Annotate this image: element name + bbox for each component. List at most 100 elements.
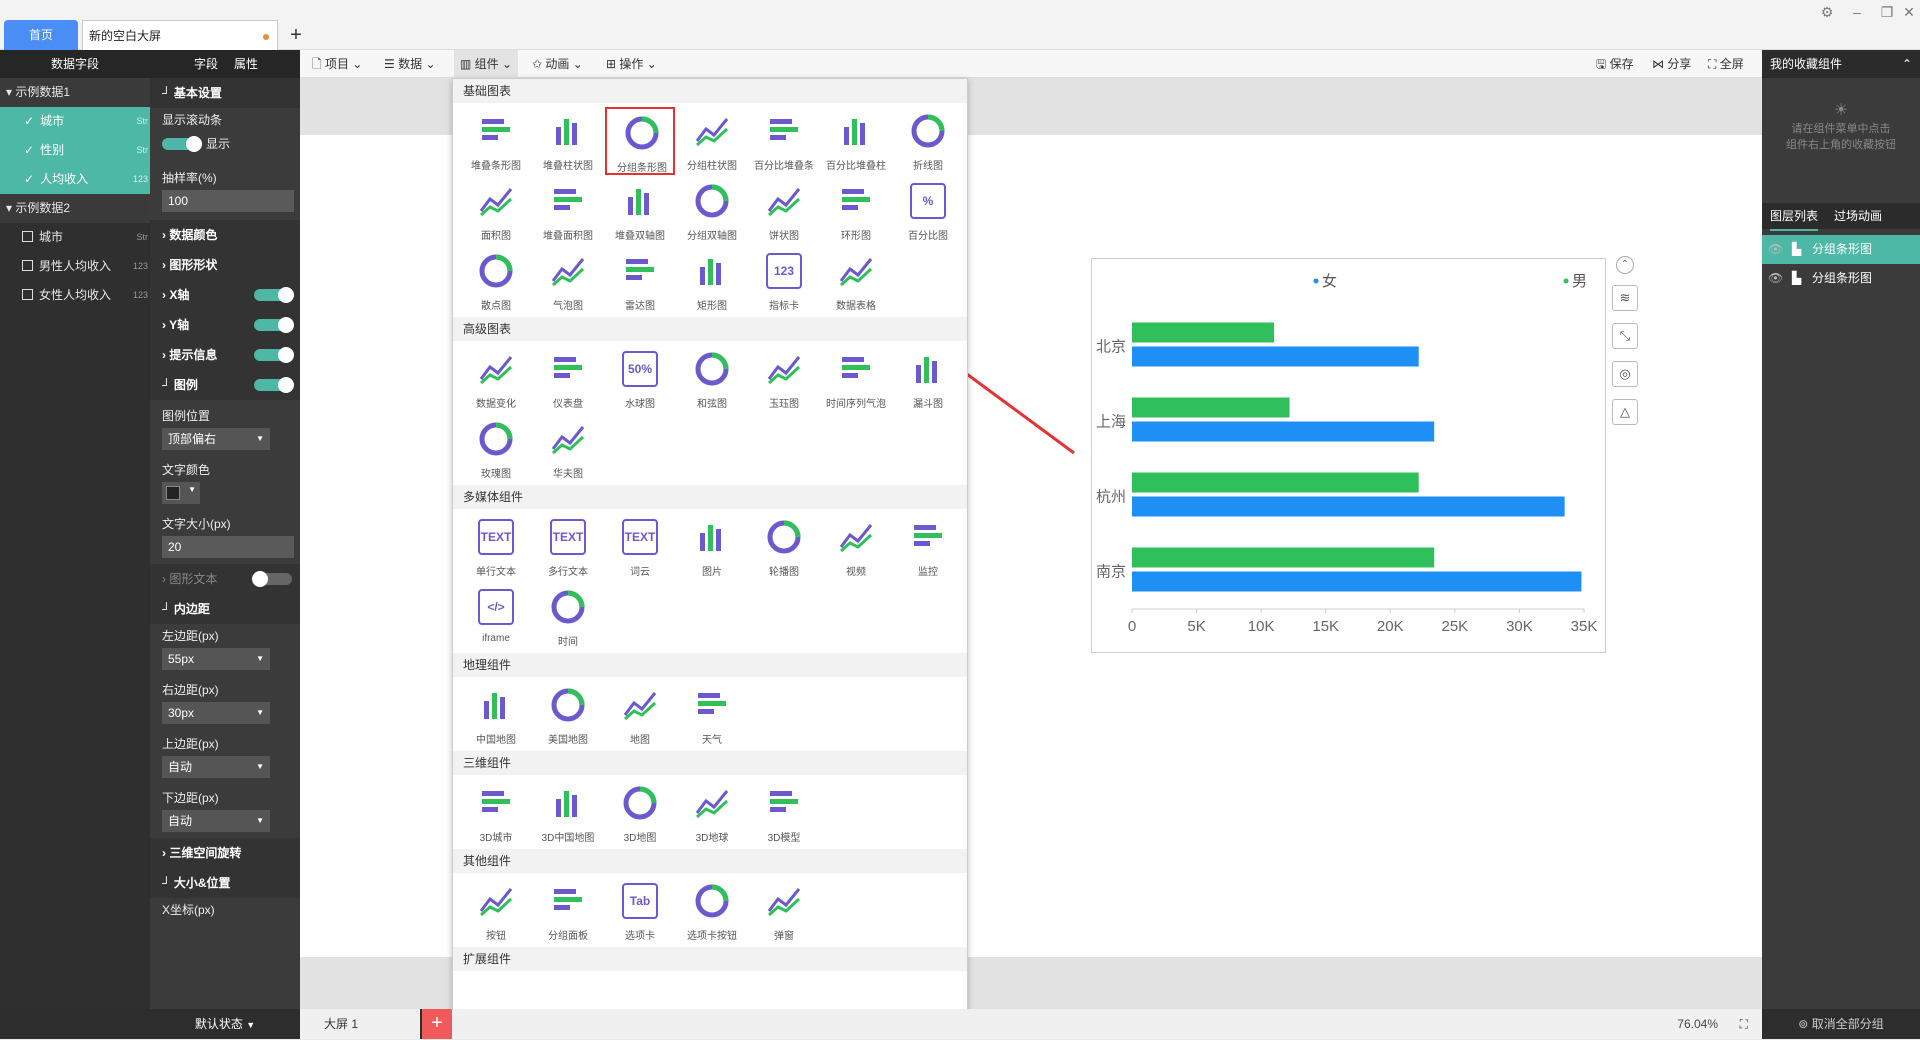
component-item[interactable]: 图片 [677,513,747,581]
component-item[interactable]: 堆叠双轴图 [605,177,675,245]
component-item[interactable]: 数据变化 [461,345,531,413]
checkbox-icon[interactable] [22,231,33,242]
component-item[interactable]: 百分比堆叠条 [749,107,819,175]
component-item[interactable]: 3D地图 [605,779,675,847]
component-item[interactable]: 面积图 [461,177,531,245]
section-y-axis[interactable]: › Y轴 [150,310,300,340]
font-size-input[interactable]: 20 [162,536,294,558]
section-padding[interactable]: ┘ 内边距 [150,594,300,624]
top-padding-select[interactable]: 自动 [162,756,270,778]
tab-layers[interactable]: 图层列表 [1770,203,1819,231]
resize-icon[interactable]: ⤡ [1612,323,1638,349]
component-item[interactable]: </> iframe [461,583,531,651]
component-item[interactable]: 玫瑰图 [461,415,531,483]
component-item[interactable]: 堆叠条形图 [461,107,531,175]
checkbox-icon[interactable] [22,260,33,271]
x-axis-toggle[interactable] [254,287,294,303]
tab-transition[interactable]: 过场动画 [1834,203,1882,229]
project-menu[interactable]: 🗋 项目 ⌄ [312,50,362,78]
layer-item[interactable]: 👁 ▙ 分组条形图 [1762,264,1920,293]
section-tooltip[interactable]: › 提示信息 [150,340,300,370]
add-tab-button[interactable]: + [284,20,308,50]
component-item[interactable]: 按钮 [461,877,531,945]
component-item[interactable]: 折线图 [893,107,963,175]
component-item[interactable]: 堆叠柱状图 [533,107,603,175]
chevron-up-icon[interactable]: ⌃ [1902,50,1912,78]
palette-icon[interactable]: ◎ [1612,361,1638,387]
ungroup-all-button[interactable]: ⊚ 取消全部分组 [1762,1009,1920,1039]
component-item[interactable]: 50% 水球图 [605,345,675,413]
share-button[interactable]: ⋈ 分享 [1652,50,1691,78]
sample-rate-input[interactable]: 100 [162,190,294,212]
component-item[interactable]: 堆叠面积图 [533,177,603,245]
section-shape[interactable]: › 图形形状 [150,250,300,280]
field-item[interactable]: ✓ 性别 Str [0,136,150,165]
section-legend[interactable]: ┘ 图例 [150,370,300,400]
component-item[interactable]: 时间序列气泡 [821,345,891,413]
operation-menu[interactable]: ⊞ 操作 ⌄ [606,50,657,78]
restore-icon[interactable]: ❐ [1876,2,1898,22]
eye-icon[interactable]: 👁 [1768,235,1783,264]
component-item[interactable]: 123 指标卡 [749,247,819,315]
component-item[interactable]: 3D地球 [677,779,747,847]
close-icon[interactable]: ✕ [1898,2,1920,22]
component-item[interactable]: Tab 选项卡 [605,877,675,945]
component-item[interactable]: 雷达图 [605,247,675,315]
checkbox-icon[interactable] [22,289,33,300]
component-item[interactable]: 玉珏图 [749,345,819,413]
component-item[interactable]: 视频 [821,513,891,581]
eye-icon[interactable]: 👁 [1768,264,1783,293]
component-item[interactable]: 漏斗图 [893,345,963,413]
y-axis-toggle[interactable] [254,317,294,333]
save-button[interactable]: 🖫 保存 [1596,50,1634,78]
tab-attribute[interactable]: 属性 [234,50,259,80]
layers-icon[interactable]: ≋ [1612,285,1638,311]
component-item[interactable]: 数据表格 [821,247,891,315]
field-item[interactable]: ✓ 人均收入 123 [0,165,150,194]
section-shape-text[interactable]: › 图形文本 [150,564,300,594]
tab-field[interactable]: 字段 [194,50,218,78]
component-item[interactable]: 分组柱状图 [677,107,747,175]
component-item[interactable]: % 百分比图 [893,177,963,245]
settings-icon[interactable]: ⚙ [1816,2,1838,22]
component-item[interactable]: 中国地图 [461,681,531,749]
component-menu[interactable]: ▥ 组件 ⌄ [454,50,519,78]
component-item[interactable]: 华夫图 [533,415,603,483]
component-item[interactable]: TEXT 单行文本 [461,513,531,581]
component-item[interactable]: 分组双轴图 [677,177,747,245]
component-item[interactable]: 3D模型 [749,779,819,847]
component-item[interactable]: 百分比堆叠柱 [821,107,891,175]
collapse-icon[interactable]: ⌃ [1616,256,1634,274]
component-item[interactable]: 天气 [677,681,747,749]
component-item[interactable]: 监控 [893,513,963,581]
component-item[interactable]: 美国地图 [533,681,603,749]
grouped-bar-chart[interactable]: 女 男 0 5K 10K 15K 20K 25K 30K 35K 北京 上海 杭州 南京 [1091,258,1606,653]
field-item[interactable]: 城市 Str [0,223,150,252]
dataset-group[interactable]: ▾ 示例数据1 [0,78,150,107]
component-item[interactable]: 地图 [605,681,675,749]
component-item[interactable]: 轮播图 [749,513,819,581]
bottom-padding-select[interactable]: 自动 [162,810,270,832]
tooltip-toggle[interactable] [254,347,294,363]
component-item[interactable]: 和弦图 [677,345,747,413]
legend-position-select[interactable]: 顶部偏右 [162,428,270,450]
component-item[interactable]: 矩形图 [677,247,747,315]
tab-home[interactable]: 首页 [4,20,78,50]
data-menu[interactable]: ☰ 数据 ⌄ [384,50,436,78]
state-selector[interactable]: 默认状态 ▼ [150,1009,300,1039]
section-rotate-3d[interactable]: › 三维空间旋转 [150,838,300,868]
shapes-icon[interactable]: △ [1612,399,1638,425]
component-item[interactable]: 分组条形图 [605,107,675,175]
section-size-position[interactable]: ┘ 大小&位置 [150,868,300,898]
field-item[interactable]: ✓ 城市 Str [0,107,150,136]
animation-menu[interactable]: ✩ 动画 ⌄ [532,50,583,78]
component-item[interactable]: 弹窗 [749,877,819,945]
component-item[interactable]: 仪表盘 [533,345,603,413]
field-item[interactable]: 男性人均收入 123 [0,252,150,281]
shape-text-toggle[interactable] [252,571,292,587]
component-item[interactable]: 3D城市 [461,779,531,847]
add-screen-button[interactable]: + [422,1009,452,1039]
component-item[interactable]: 环形图 [821,177,891,245]
fullscreen-button[interactable]: ⛶ 全屏 [1708,50,1744,78]
fit-screen-icon[interactable]: ⛶ [1740,1009,1748,1039]
